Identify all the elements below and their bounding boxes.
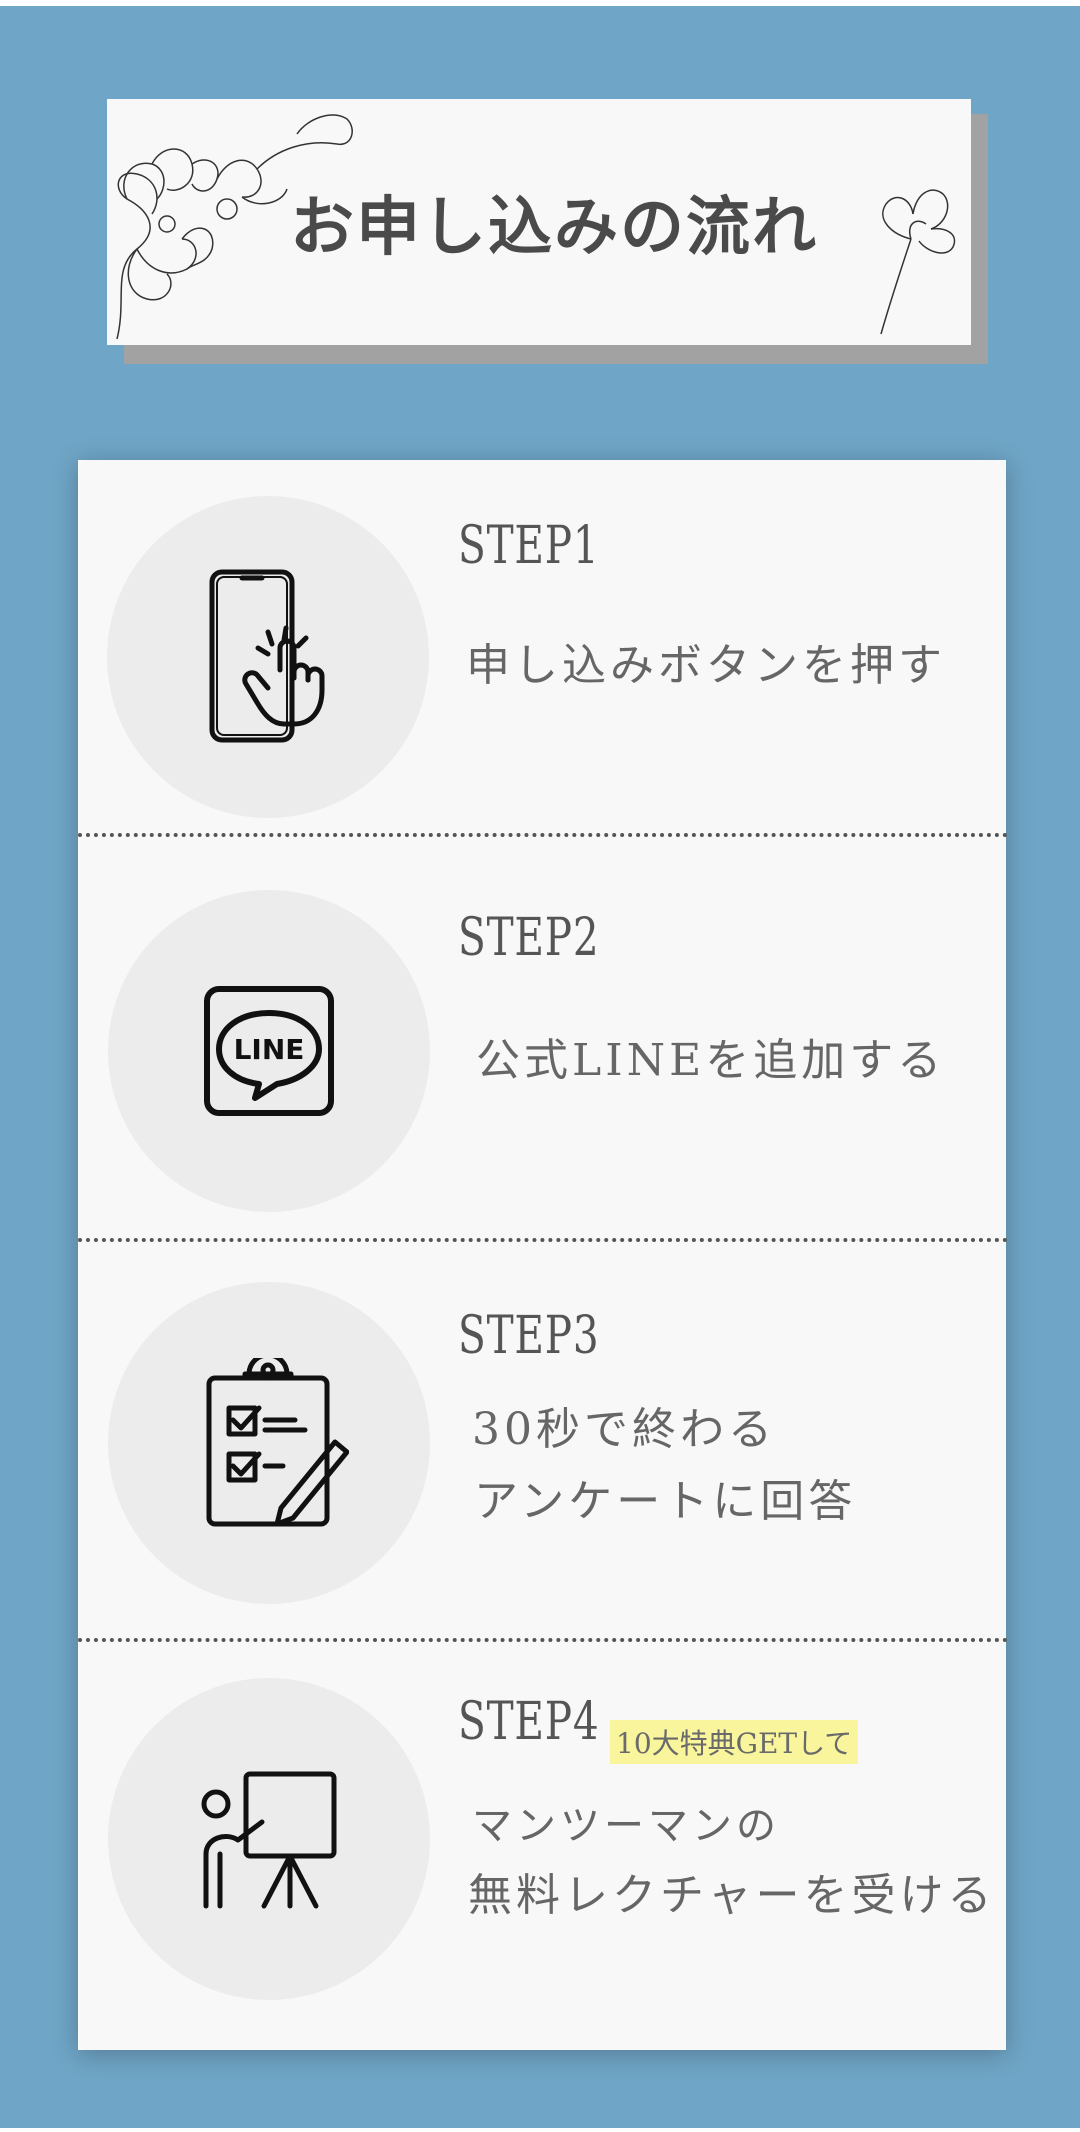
title-banner: お申し込みの流れ bbox=[107, 99, 971, 345]
step-1-label: STEP1 bbox=[458, 516, 600, 576]
step-4-highlight-badge: 10大特典GETして bbox=[610, 1720, 859, 1764]
step-1-text: 申し込みボタンを押す bbox=[466, 640, 946, 691]
step-4-label: STEP4 bbox=[458, 1692, 600, 1752]
step-3-text-line-2: アンケートに回答 bbox=[474, 1476, 857, 1527]
bottom-band bbox=[0, 2128, 1080, 2132]
step-2-text: 公式LINEを追加する bbox=[476, 1035, 946, 1086]
line-app-icon: LINE bbox=[204, 986, 334, 1116]
step-1: STEP1 申し込みボタンを押す bbox=[78, 460, 1006, 838]
divider bbox=[78, 833, 1008, 837]
step-4-text-line-1: マンツーマンの bbox=[472, 1803, 780, 1849]
top-band bbox=[0, 0, 1080, 6]
step-2: LINE STEP2 公式LINEを追加する bbox=[78, 838, 1006, 1238]
clipboard-checklist-icon bbox=[206, 1358, 349, 1527]
step-3-text-line-1: 30秒で終わる bbox=[472, 1404, 776, 1455]
presenter-board-icon bbox=[201, 1771, 337, 1909]
step-3-label: STEP3 bbox=[458, 1306, 600, 1366]
step-4-icon-circle bbox=[108, 1678, 430, 2000]
step-3: STEP3 30秒で終わる アンケートに回答 bbox=[78, 1242, 1006, 1642]
step-4: STEP4 10大特典GETして マンツーマンの 無料レクチャーを受ける bbox=[78, 1642, 1006, 2050]
phone-tap-icon bbox=[209, 569, 325, 743]
step-1-icon-circle bbox=[107, 496, 429, 818]
flower-line-art-icon bbox=[880, 189, 956, 335]
line-icon-text: LINE bbox=[234, 1033, 305, 1066]
steps-panel: STEP1 申し込みボタンを押す LINE STEP2 公式LINEを追加する bbox=[78, 460, 1008, 2050]
step-4-text-line-2: 無料レクチャーを受ける bbox=[468, 1870, 996, 1921]
step-2-label: STEP2 bbox=[458, 908, 600, 968]
step-2-icon-circle: LINE bbox=[108, 890, 430, 1212]
page-title: お申し込みの流れ bbox=[290, 191, 818, 265]
step-3-icon-circle bbox=[108, 1282, 430, 1604]
